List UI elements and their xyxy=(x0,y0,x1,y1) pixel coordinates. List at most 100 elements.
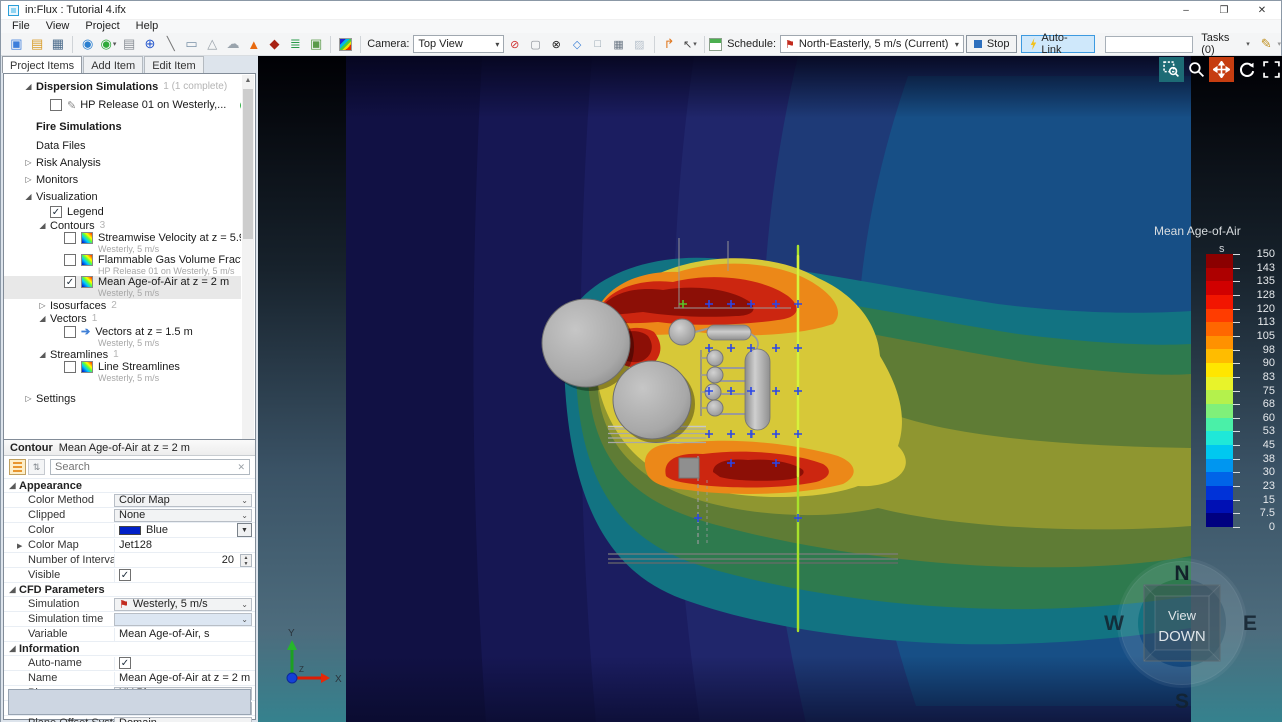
color-map-value[interactable]: Jet128 xyxy=(114,538,252,552)
tree-scrollbar[interactable]: ▲ ▼ xyxy=(242,75,254,451)
clear-search-icon[interactable]: ✕ xyxy=(237,462,245,473)
tree-node-fire-simulations[interactable]: Fire Simulations xyxy=(4,117,241,137)
expanded-arrow-icon[interactable]: ◢ xyxy=(38,350,47,359)
run-icon[interactable]: ◉ ▾ xyxy=(99,35,118,54)
menu-project[interactable]: Project xyxy=(77,20,127,33)
monitor-point-icon[interactable]: ⊕ xyxy=(141,35,160,54)
expanded-arrow-icon[interactable]: ◢ xyxy=(24,82,33,91)
compass-east[interactable]: E xyxy=(1243,612,1257,635)
number-spinner[interactable]: ▲▼ xyxy=(240,553,252,567)
new-project-icon[interactable]: ▣ xyxy=(7,35,26,54)
checkbox-checked[interactable]: ✓ xyxy=(50,206,62,218)
maximize-button[interactable]: ❐ xyxy=(1205,1,1243,19)
tree-node-flammable-gas[interactable]: Flammable Gas Volume Fraction at z = 5.9… xyxy=(4,254,241,276)
name-value[interactable]: Mean Age-of-Air at z = 2 m xyxy=(114,671,252,685)
checkbox-unchecked[interactable] xyxy=(64,232,76,244)
minimize-button[interactable]: – xyxy=(1167,1,1205,19)
schedule-select[interactable]: ⚑ North-Easterly, 5 m/s (Current) ▾ xyxy=(780,35,964,53)
tree-node-settings[interactable]: ▷ Settings xyxy=(4,390,241,407)
grid-icon[interactable]: ▦ xyxy=(609,35,628,54)
tree-node-isosurfaces[interactable]: ▷ Isosurfaces 2 xyxy=(4,299,241,312)
collapsed-arrow-icon[interactable]: ▷ xyxy=(38,301,47,310)
tree-node-legend[interactable]: ✓ Legend xyxy=(4,205,241,219)
orbit-icon[interactable]: ◇ xyxy=(568,35,587,54)
tree-node-mean-age-of-air[interactable]: ✓ Mean Age-of-Air at z = 2 m Westerly, 5… xyxy=(4,276,241,299)
quick-search-input[interactable] xyxy=(1105,35,1194,53)
flame-icon[interactable]: ▲ xyxy=(244,35,263,54)
open-project-icon[interactable]: ▤ xyxy=(28,35,47,54)
tree-node-streamwise-velocity[interactable]: Streamwise Velocity at z = 5.94 m Wester… xyxy=(4,232,241,254)
zoom-fit-button[interactable] xyxy=(1259,57,1282,82)
collapsed-arrow-icon[interactable]: ▷ xyxy=(24,158,33,167)
search-input[interactable] xyxy=(55,461,238,473)
compass-south[interactable]: S xyxy=(1175,690,1189,713)
tree-node-dispersion-simulations[interactable]: ◢ Dispersion Simulations 1 (1 complete) xyxy=(4,78,241,95)
tree-node-visualization[interactable]: ◢ Visualization xyxy=(4,188,241,205)
tree-node-streamlines[interactable]: ◢ Streamlines 1 xyxy=(4,348,241,361)
expanded-arrow-icon[interactable]: ◢ xyxy=(38,221,47,230)
tree-node-monitors[interactable]: ▷ Monitors xyxy=(4,171,241,188)
close-button[interactable]: ✕ xyxy=(1243,1,1281,19)
group-information[interactable]: ◢ Information xyxy=(4,641,255,655)
color-dropdown[interactable]: Blue ▼ xyxy=(114,522,252,537)
categorized-view-button[interactable] xyxy=(9,459,26,475)
zoom-button[interactable] xyxy=(1184,57,1209,82)
cloud-icon[interactable]: ☁ xyxy=(224,35,243,54)
leak-icon[interactable]: ◆ xyxy=(265,35,284,54)
reset-view-icon[interactable]: ⊗ xyxy=(547,35,566,54)
tree-node-data-files[interactable]: Data Files xyxy=(4,137,241,154)
auto-link-button[interactable]: Auto-Link xyxy=(1021,32,1096,56)
tree-node-line-streamlines[interactable]: Line Streamlines Westerly, 5 m/s xyxy=(4,361,241,384)
scrollbar-thumb[interactable] xyxy=(243,89,253,239)
collapsed-arrow-icon[interactable]: ▶ xyxy=(17,542,22,550)
colormap-icon[interactable] xyxy=(336,35,355,54)
pan-button[interactable] xyxy=(1209,57,1234,82)
camera-icon[interactable]: ▢ xyxy=(526,35,545,54)
simulation-dropdown[interactable]: ⚑ Westerly, 5 m/s ⌄ xyxy=(114,597,252,611)
toolbar-overflow-icon[interactable]: ▾ xyxy=(1278,40,1282,48)
cursor-icon[interactable]: ↖ ▾ xyxy=(680,35,699,54)
simulation-time-dropdown[interactable]: ⌄ xyxy=(114,612,252,626)
path-icon[interactable]: ↱ xyxy=(660,35,679,54)
plane-icon[interactable]: ▨ xyxy=(630,35,649,54)
checkbox-unchecked[interactable] xyxy=(64,325,76,338)
color-dropdown-button[interactable]: ▼ xyxy=(237,522,252,537)
collapsed-arrow-icon[interactable]: ▷ xyxy=(24,175,33,184)
tab-project-items[interactable]: Project Items xyxy=(2,56,83,73)
rotate-button[interactable] xyxy=(1234,57,1259,82)
vent-icon[interactable]: △ xyxy=(203,35,222,54)
tasks-dropdown[interactable]: Tasks (0) ▾ xyxy=(1201,32,1250,56)
image-icon[interactable]: ▣ xyxy=(307,35,326,54)
tree-node-contours[interactable]: ◢ Contours 3 xyxy=(4,219,241,232)
save-icon[interactable]: ▦ xyxy=(49,35,68,54)
vessel-icon[interactable]: ▭ xyxy=(182,35,201,54)
tree-node-vectors[interactable]: ◢ Vectors 1 xyxy=(4,312,241,325)
zoom-region-button[interactable] xyxy=(1159,57,1184,82)
intervals-field[interactable]: 20 ▲ ▼ xyxy=(114,553,252,567)
checkbox-checked[interactable]: ✓ xyxy=(119,657,131,669)
info-icon[interactable]: ◉ xyxy=(78,35,97,54)
expanded-arrow-icon[interactable]: ◢ xyxy=(24,192,33,201)
compass-north[interactable]: N xyxy=(1174,562,1189,585)
checkbox-unchecked[interactable] xyxy=(64,254,76,266)
menu-help[interactable]: Help xyxy=(128,20,167,33)
color-method-dropdown[interactable]: Color Map ⌄ xyxy=(114,493,252,507)
plane-offset-system-dropdown[interactable]: Domain ⌄ xyxy=(114,716,252,722)
viewport-3d[interactable]: N S W E View DOWN Y X Z Mean Age-of-Air … xyxy=(258,56,1282,722)
checkbox-checked[interactable]: ✓ xyxy=(64,276,76,288)
collapsed-arrow-icon[interactable]: ▷ xyxy=(24,394,33,403)
group-cfd-parameters[interactable]: ◢ CFD Parameters xyxy=(4,582,255,596)
group-appearance[interactable]: ◢ Appearance xyxy=(4,478,255,492)
stop-button[interactable]: Stop xyxy=(965,35,1018,53)
edit-pencil-icon[interactable]: ✎ xyxy=(1257,35,1276,54)
tree-node-risk-analysis[interactable]: ▷ Risk Analysis xyxy=(4,154,241,171)
monitor-region-icon[interactable]: ≣ xyxy=(286,35,305,54)
checkbox-checked[interactable]: ✓ xyxy=(119,569,131,581)
delete-camera-icon[interactable]: ⊘ xyxy=(505,35,524,54)
cube-icon[interactable]: □ xyxy=(588,35,607,54)
line-icon[interactable]: ╲ xyxy=(161,35,180,54)
tab-add-item[interactable]: Add Item xyxy=(83,56,144,73)
checkbox-unchecked[interactable] xyxy=(64,361,76,373)
scroll-up-icon[interactable]: ▲ xyxy=(242,75,254,87)
tab-edit-item[interactable]: Edit Item xyxy=(144,56,204,73)
